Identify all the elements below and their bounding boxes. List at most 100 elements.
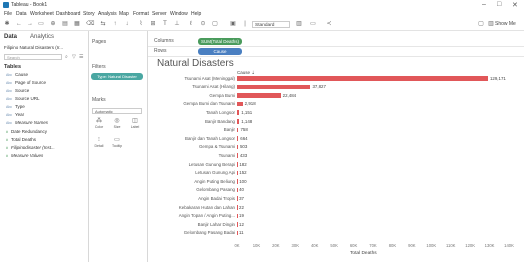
field-page-of-source[interactable]: Abc Page of Source [6, 80, 46, 85]
menu-format[interactable]: Format [133, 11, 149, 17]
bar[interactable] [237, 179, 238, 184]
menu-server[interactable]: Server [152, 11, 167, 17]
bar[interactable] [237, 170, 238, 176]
menu-file[interactable]: File [4, 11, 12, 17]
row-label[interactable]: Tsunami Asat (Meninggal) [184, 76, 235, 81]
presentation-mode-icon[interactable]: ▣ [230, 21, 236, 27]
color-button[interactable]: ⁂ Color [92, 118, 106, 130]
field-cause[interactable]: Abc Cause [6, 72, 28, 77]
search-input[interactable]: Search [4, 54, 62, 60]
field-date-redundancy[interactable]: # Date Redundancy [6, 129, 47, 134]
field-total-deaths[interactable]: # Total Deaths [6, 137, 36, 142]
row-label[interactable]: Banjir dan Tanah Longsor [185, 136, 235, 141]
row-label[interactable]: Gempa Bumi dan Tsunami [183, 101, 235, 106]
field-year[interactable]: Abc Year [6, 112, 24, 117]
tab-data[interactable]: Data [4, 34, 17, 40]
size-button[interactable]: ◎ Size [110, 118, 124, 130]
row-label[interactable]: Tanah Longsor [206, 110, 235, 115]
menu-data[interactable]: Data [16, 11, 27, 17]
bar[interactable] [237, 127, 239, 133]
columns-pill-total-deaths[interactable]: SUM(Total Deaths) [198, 38, 242, 45]
bar[interactable] [237, 222, 238, 227]
comment-icon[interactable]: ▢ [478, 21, 484, 27]
field-measure-values[interactable]: # Measure Values [6, 153, 43, 158]
row-label[interactable]: Gelombang Pasang Badai [184, 230, 235, 235]
tab-analytics[interactable]: Analytics [30, 34, 54, 40]
sort-desc-icon[interactable]: ↓ [124, 21, 130, 27]
tableau-home-icon[interactable]: ✱ [4, 21, 10, 27]
bar[interactable] [237, 101, 243, 107]
menu-dashboard[interactable]: Dashboard [56, 11, 80, 17]
bar[interactable] [237, 162, 238, 167]
rows-pill-cause[interactable]: Cause [198, 48, 242, 55]
row-label[interactable]: Banjir Lahar Dingin [198, 222, 235, 227]
bar[interactable] [237, 136, 239, 141]
menu-help[interactable]: Help [191, 11, 201, 17]
menu-analysis[interactable]: Analysis [98, 11, 117, 17]
datasource-name[interactable]: Filipino Natural Disasters (Ir... [4, 45, 63, 50]
row-label[interactable]: Tsunami Asat (Hilang) [192, 84, 235, 89]
row-label[interactable]: Letusan Gunung Berapi [189, 162, 235, 167]
format-icon[interactable]: ℓ [188, 21, 194, 27]
forward-icon[interactable]: → [27, 21, 33, 27]
menu-window[interactable]: Window [170, 11, 188, 17]
field-source[interactable]: Abc Source [6, 88, 29, 93]
share-icon[interactable]: ≺ [326, 21, 332, 27]
row-label[interactable]: Tsunami [219, 153, 235, 158]
show-me-button[interactable]: Show Me [495, 21, 516, 27]
field-measure-names[interactable]: Abc Measure Names [6, 120, 48, 125]
back-icon[interactable]: ← [16, 21, 22, 27]
minimize-button[interactable]: – [482, 1, 486, 8]
bar[interactable] [237, 119, 240, 124]
menu-worksheet[interactable]: Worksheet [30, 11, 54, 17]
swap-icon[interactable]: ⇆ [100, 21, 106, 27]
label-button[interactable]: ◫ Label [128, 118, 142, 130]
row-label[interactable]: Angin Topan / Angin Puting... [179, 213, 235, 218]
bar[interactable] [237, 196, 238, 201]
group-icon[interactable]: ⊞ [150, 21, 156, 27]
row-label[interactable]: Gelombang Pasang [196, 187, 235, 192]
save-icon[interactable]: ▭ [38, 21, 44, 27]
pin-icon[interactable]: ⊙ [200, 21, 206, 27]
bar[interactable] [237, 230, 238, 236]
row-label[interactable]: Angin Badai Tropis [198, 196, 235, 201]
tooltip-icon[interactable]: ▭ [310, 21, 316, 27]
bar[interactable] [237, 110, 240, 115]
tooltip-button[interactable]: ▭ Tooltip [110, 137, 124, 149]
row-label[interactable]: Gempa Bumi [209, 93, 235, 98]
present-icon[interactable]: ▢ [212, 21, 218, 27]
new-sheet-icon[interactable]: ▤ [62, 21, 68, 27]
duplicate-icon[interactable]: ▦ [74, 21, 80, 27]
field-type[interactable]: Abc Type [6, 104, 25, 109]
row-label[interactable]: Banjir Bandang [205, 119, 235, 124]
bar[interactable] [237, 76, 488, 81]
row-label[interactable]: Angin Puting Beliung [194, 179, 235, 184]
detail-button[interactable]: ⁝ Detail [92, 137, 106, 149]
row-label[interactable]: Letusan Gunung Api [195, 170, 235, 175]
fix-axes-icon[interactable]: ⊥ [174, 21, 180, 27]
clear-icon[interactable]: ⌫ [86, 21, 94, 27]
sort-icon[interactable]: ⇣ [251, 70, 255, 75]
field-source-url[interactable]: Abc Source URL [6, 96, 40, 101]
mark-type-dropdown[interactable]: Automatic [92, 108, 142, 114]
bar[interactable] [237, 153, 238, 158]
bar[interactable] [237, 187, 238, 193]
bar[interactable] [237, 213, 238, 219]
menu-story[interactable]: Story [83, 11, 95, 17]
bar[interactable] [237, 84, 311, 90]
new-datasource-icon[interactable]: ⊕ [50, 21, 56, 27]
row-label[interactable]: Banjir [224, 127, 235, 132]
highlight-icon[interactable]: ⌇ [138, 21, 144, 27]
fit-dropdown[interactable]: Standard [252, 21, 290, 28]
labels-icon[interactable]: T [162, 21, 168, 27]
row-label[interactable]: Kebakaran Hutan dan Lahan [179, 205, 235, 210]
filter-pill-type[interactable]: Type: Natural Disaster [91, 73, 143, 80]
field-filipinodisaster-count[interactable]: # Filipinodisaster (Inst... [6, 145, 55, 150]
menu-map[interactable]: Map [119, 11, 129, 17]
bar[interactable] [237, 144, 238, 150]
view-cards-icon[interactable]: ▥ [296, 21, 302, 27]
bar[interactable] [237, 93, 281, 98]
row-label[interactable]: Gempa & Tsunami [199, 144, 235, 149]
maximize-button[interactable]: □ [497, 1, 501, 8]
bar[interactable] [237, 205, 238, 210]
